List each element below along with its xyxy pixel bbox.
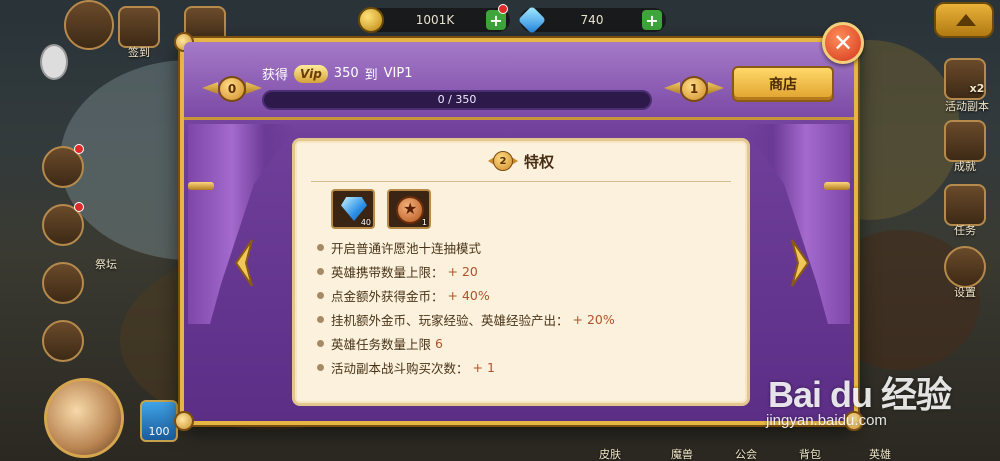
gold-counter: 1001K + [358, 7, 510, 33]
friends-icon[interactable] [42, 262, 84, 304]
privilege-value: 6 [435, 335, 443, 351]
notification-dot [498, 4, 508, 14]
hero-avatar[interactable] [44, 378, 124, 458]
privilege-level-badge: 2 [487, 151, 518, 171]
nav-bag[interactable]: 背包 [792, 446, 828, 461]
vip-progress-bar: 0 / 350 [262, 90, 652, 110]
close-icon[interactable]: ✕ [822, 22, 864, 64]
privileges-header: 2 特权 [295, 149, 747, 173]
notification-dot [74, 202, 84, 212]
privileges-panel: 2 特权 40 1 开启普通许愿池十连抽模式 英雄携带数量上限：+ 20 点金额… [292, 138, 750, 406]
gain-target: VIP1 [383, 66, 413, 81]
gem-counter: 740 + [517, 5, 666, 35]
achievements-label: 成就 [954, 160, 976, 173]
trophy-icon[interactable] [944, 120, 986, 162]
vip-progress-text: 0 / 350 [437, 93, 477, 106]
privilege-text: 开启普通许愿池十连抽模式 [331, 240, 482, 256]
altar-label: 祭坛 [95, 258, 117, 271]
privilege-list: 开启普通许愿池十连抽模式 英雄携带数量上限： + 20 点金额外获得金币： + 40… [317, 235, 615, 379]
gold-coin-icon [358, 7, 384, 33]
wing-icon [246, 82, 262, 94]
gear-icon[interactable] [944, 246, 986, 288]
bullet-icon [317, 315, 324, 323]
bronze-star-coin-icon [396, 196, 424, 224]
corner-ornament [174, 411, 194, 431]
privilege-text: 英雄任务数量上限 [331, 336, 432, 352]
tasks-icon[interactable] [944, 184, 986, 226]
vip-progress-header: 0 获得 Vip 350 到 VIP1 0 / 350 1 商店 [184, 42, 854, 120]
prev-level-arrow-icon[interactable] [232, 238, 256, 288]
next-vip-badge: 1 [664, 76, 724, 102]
list-item: 点金额外获得金币： + 40% [317, 283, 615, 307]
sign-in-label: 签到 [128, 46, 150, 59]
privilege-value: + 20% [572, 311, 615, 327]
left-curtain [188, 124, 298, 324]
curtain-tieback [188, 182, 214, 190]
hero-level-box: 100 [140, 400, 178, 442]
events-dungeon-label: 活动副本 [945, 100, 989, 113]
tasks-label: 任务 [954, 224, 976, 237]
vip-chip-icon: Vip [294, 64, 328, 83]
gain-prefix: 获得 [262, 68, 289, 83]
vip-modal: 0 获得 Vip 350 到 VIP1 0 / 350 1 商店 2 特权 40… [174, 32, 864, 431]
privilege-level: 2 [492, 151, 513, 171]
gem-amount: 740 [580, 13, 604, 27]
vip-gain-text: 获得 Vip 350 到 VIP1 [262, 64, 412, 83]
baidu-watermark-logo: Bai du 经验 [768, 374, 952, 415]
gold-amount: 1001K [415, 13, 455, 27]
collapse-menu-button[interactable] [934, 2, 994, 38]
list-item: 英雄携带数量上限： + 20 [317, 259, 615, 283]
divider [311, 181, 731, 182]
current-vip-badge: 0 [202, 76, 262, 102]
privilege-value: + 1 [472, 359, 495, 375]
list-item: 开启普通许愿池十连抽模式 [317, 235, 615, 259]
notification-dot [74, 144, 84, 154]
bullet-icon [317, 243, 324, 251]
next-level-arrow-icon[interactable] [788, 238, 812, 288]
privilege-value: + 20 [447, 263, 478, 279]
reward-count: 40 [360, 218, 371, 227]
gain-amount: 350 [333, 66, 359, 81]
settings-label: 设置 [954, 286, 976, 299]
privilege-value: + 40% [447, 287, 490, 303]
wing-icon [708, 82, 724, 94]
wing-icon [664, 82, 680, 94]
list-item: 英雄任务数量上限 6 [317, 331, 615, 355]
next-vip-level: 1 [680, 76, 708, 102]
reward-item[interactable]: 40 [331, 189, 375, 229]
curtain-tieback [824, 182, 850, 190]
reward-item[interactable]: 1 [387, 189, 431, 229]
gain-to: 到 [364, 68, 378, 83]
shop-button[interactable]: 商店 [732, 66, 834, 102]
privilege-text: 挂机额外金币、玩家经验、英雄经验产出： [331, 312, 569, 328]
double-reward-label: x2 [969, 82, 985, 95]
home-icon[interactable] [40, 44, 68, 80]
privilege-text: 活动副本战斗购买次数： [331, 360, 469, 376]
right-curtain [740, 124, 850, 324]
bullet-icon [317, 291, 324, 299]
add-gems-button[interactable]: + [642, 10, 662, 30]
bullet-icon [317, 339, 324, 347]
privilege-text: 点金额外获得金币： [331, 288, 444, 304]
current-vip-level: 0 [218, 76, 246, 102]
wing-icon [202, 82, 218, 94]
bullet-icon [317, 363, 324, 371]
baidu-watermark-url: jingyan.baidu.com [766, 412, 887, 429]
privileges-title: 特权 [523, 152, 554, 171]
edit-icon[interactable] [42, 320, 84, 362]
list-item: 挂机额外金币、玩家经验、英雄经验产出： + 20% [317, 307, 615, 331]
bullet-icon [317, 267, 324, 275]
player-portrait-button[interactable] [64, 0, 114, 50]
reward-count: 1 [421, 218, 427, 227]
nav-skins[interactable]: 皮肤 [592, 446, 628, 461]
nav-heroes[interactable]: 英雄 [862, 446, 898, 461]
sign-in-button[interactable] [118, 6, 160, 48]
privilege-text: 英雄携带数量上限： [331, 264, 444, 280]
list-item: 活动副本战斗购买次数： + 1 [317, 355, 615, 379]
nav-guild[interactable]: 公会 [728, 446, 764, 461]
nav-beasts[interactable]: 魔兽 [664, 446, 700, 461]
